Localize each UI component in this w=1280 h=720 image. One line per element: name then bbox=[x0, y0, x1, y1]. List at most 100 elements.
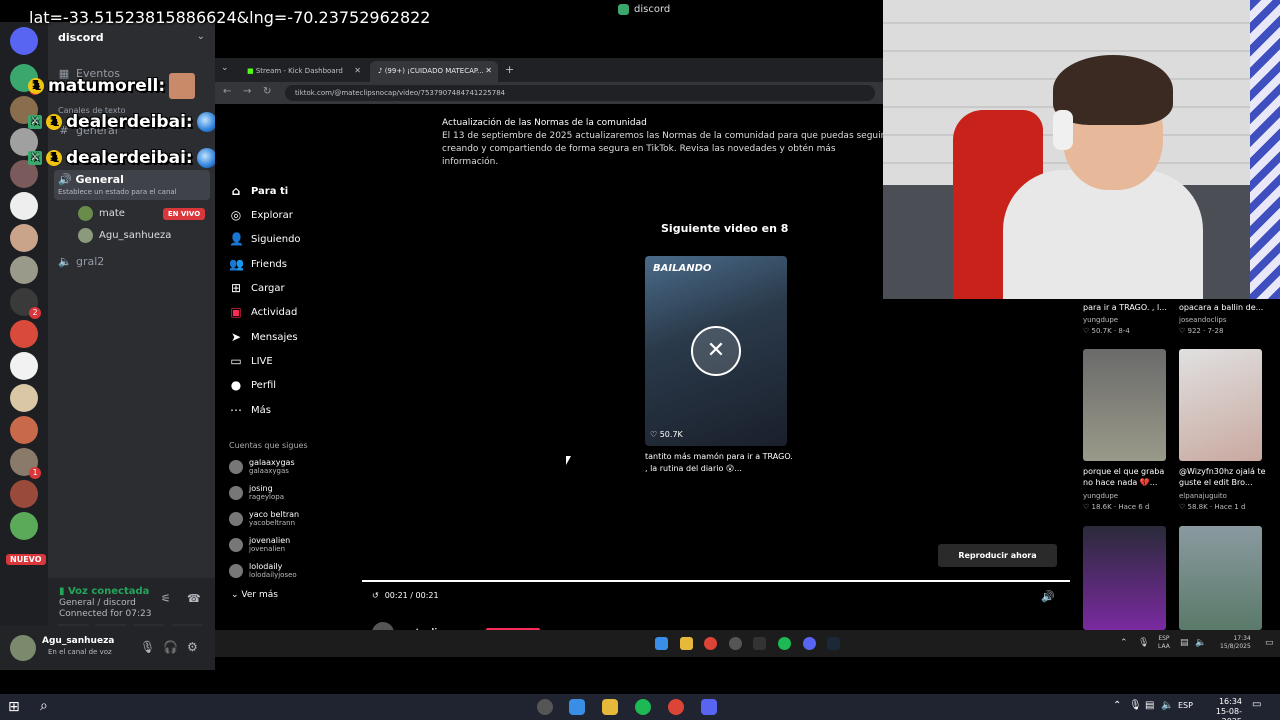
related-caption[interactable]: porque el que graba no hace nada 💔... bbox=[1083, 466, 1171, 488]
volume-icon[interactable]: 🔈 bbox=[1195, 638, 1206, 648]
chevron-down-icon[interactable]: ⌄ bbox=[197, 31, 205, 42]
nav-cargar[interactable]: ⊞ Cargar bbox=[229, 281, 285, 295]
server-name[interactable]: discord bbox=[58, 31, 104, 44]
folder-icon[interactable] bbox=[602, 699, 618, 715]
close-icon[interactable]: ✕ bbox=[354, 66, 361, 75]
spotify-icon[interactable] bbox=[635, 699, 651, 715]
discord-icon[interactable] bbox=[803, 637, 816, 650]
windows-start-icon[interactable]: ⊞ bbox=[8, 699, 20, 715]
server-icon[interactable]: 2 bbox=[10, 288, 41, 319]
reload-icon[interactable]: ↻ bbox=[263, 86, 271, 97]
obs-icon[interactable] bbox=[537, 699, 553, 715]
related-caption[interactable]: para ir a TRAGO. , l... bbox=[1083, 302, 1171, 313]
clock[interactable]: 16:3415-08-2025 bbox=[1202, 697, 1242, 720]
network-icon[interactable]: ▤ bbox=[1145, 700, 1154, 711]
notification-icon[interactable]: ▭ bbox=[1265, 638, 1274, 648]
server-icon[interactable] bbox=[10, 352, 38, 380]
nav-mensajes[interactable]: ➤ Mensajes bbox=[229, 330, 298, 344]
app-icon[interactable] bbox=[753, 637, 766, 650]
server-icon[interactable] bbox=[10, 480, 38, 508]
channel-general-voice[interactable]: 🔊 General Establece un estado para el ca… bbox=[54, 170, 210, 200]
search-icon[interactable]: ⌕ bbox=[40, 698, 48, 714]
server-icon[interactable] bbox=[10, 384, 38, 412]
discord-home-icon[interactable] bbox=[10, 27, 38, 55]
followed-account[interactable]: galaaxygas galaaxygas bbox=[229, 458, 295, 476]
windows-icon[interactable] bbox=[655, 637, 668, 650]
disconnect-icon[interactable]: ☎ bbox=[187, 592, 201, 605]
related-thumbnail[interactable] bbox=[1179, 526, 1262, 630]
url-input[interactable]: tiktok.com/@mateclipsnocap/video/7537907… bbox=[285, 85, 875, 101]
discord-icon[interactable] bbox=[701, 699, 717, 715]
server-icon[interactable] bbox=[10, 256, 38, 284]
nav-explorar[interactable]: ◎ Explorar bbox=[229, 208, 293, 222]
nav-live[interactable]: ▭ LIVE bbox=[229, 354, 272, 368]
followed-account[interactable]: josing rageylopa bbox=[229, 484, 284, 502]
notification-icon[interactable]: ▭ bbox=[1252, 699, 1261, 710]
steam-icon[interactable] bbox=[827, 637, 840, 650]
obs-icon[interactable] bbox=[729, 637, 742, 650]
language-indicator[interactable]: ESP LAA bbox=[1158, 635, 1170, 651]
channel-gral2[interactable]: 🔈 gral2 bbox=[58, 255, 104, 268]
related-thumbnail[interactable] bbox=[1179, 349, 1262, 461]
avatar[interactable] bbox=[10, 635, 36, 661]
spotify-icon[interactable] bbox=[778, 637, 791, 650]
microphone-icon[interactable]: 🎙 bbox=[1129, 700, 1142, 711]
close-icon[interactable]: ✕ bbox=[485, 66, 492, 75]
server-icon[interactable] bbox=[10, 512, 38, 540]
voice-user[interactable]: Agu_sanhueza bbox=[78, 228, 171, 243]
followed-account[interactable]: yaco beltran yacobeltrann bbox=[229, 510, 299, 528]
language-indicator[interactable]: ESP bbox=[1178, 701, 1193, 710]
tab-search-icon[interactable]: ⌄ bbox=[221, 63, 229, 73]
replay-icon[interactable]: ↺ bbox=[372, 591, 379, 600]
tab-kick-dashboard[interactable]: ■ Stream - Kick Dashboard ✕ bbox=[239, 61, 367, 82]
noise-suppression-icon[interactable]: ⚟ bbox=[161, 592, 171, 605]
microphone-icon[interactable]: 🎙 bbox=[1138, 638, 1149, 648]
see-more-link[interactable]: ⌄ Ver más bbox=[231, 590, 278, 600]
related-user[interactable]: elpanajuguito bbox=[1179, 492, 1227, 500]
next-video-card[interactable]: BAILANDO ✕ ♡ 50.7K bbox=[645, 256, 787, 446]
volume-icon[interactable]: 🔈 bbox=[1161, 700, 1173, 711]
followed-account[interactable]: lolodaily lolodailyjoseo bbox=[229, 562, 297, 580]
nav-friends[interactable]: 👥 Friends bbox=[229, 257, 287, 271]
volume-icon[interactable]: 🔊 bbox=[1041, 590, 1055, 603]
video-progress-bar[interactable] bbox=[362, 580, 1070, 582]
play-now-button[interactable]: Reproducir ahora bbox=[938, 544, 1057, 567]
followed-account[interactable]: jovenalien jovenalien bbox=[229, 536, 290, 554]
server-icon[interactable] bbox=[10, 192, 38, 220]
related-user[interactable]: yungdupe bbox=[1083, 492, 1118, 500]
voice-location[interactable]: General / discord bbox=[59, 598, 136, 608]
server-icon[interactable]: 1 bbox=[10, 448, 41, 479]
user-name[interactable]: Agu_sanhueza bbox=[42, 636, 114, 646]
related-thumbnail[interactable] bbox=[1083, 349, 1166, 461]
chrome-icon[interactable] bbox=[668, 699, 684, 715]
related-caption[interactable]: @Wizyfn30hz ojalá te guste el edit Bro..… bbox=[1179, 466, 1267, 488]
related-user[interactable]: yungdupe bbox=[1083, 316, 1118, 324]
gear-icon[interactable]: ⚙ bbox=[187, 640, 198, 654]
related-thumbnail[interactable] bbox=[1083, 526, 1166, 630]
nav-perfil[interactable]: ● Perfil bbox=[229, 378, 276, 392]
microphone-icon[interactable]: 🎙 bbox=[140, 640, 155, 654]
headphones-icon[interactable]: 🎧 bbox=[163, 640, 178, 654]
nav-mas[interactable]: ⋯ Más bbox=[229, 403, 271, 417]
inner-clock[interactable]: 17:34 15/8/2025 bbox=[1220, 635, 1251, 651]
chevron-up-icon[interactable]: ⌃ bbox=[1120, 638, 1128, 648]
nav-siguiendo[interactable]: 👤 Siguiendo bbox=[229, 232, 301, 246]
voice-user[interactable]: mate bbox=[78, 206, 125, 221]
nav-para-ti[interactable]: ⌂ Para ti bbox=[229, 184, 288, 198]
server-icon[interactable] bbox=[10, 416, 38, 444]
related-caption[interactable]: opacara a ballin de... bbox=[1179, 302, 1267, 313]
store-icon[interactable] bbox=[569, 699, 585, 715]
nav-actividad[interactable]: ▣ Actividad bbox=[229, 305, 297, 319]
back-icon[interactable]: ← bbox=[223, 86, 231, 97]
network-icon[interactable]: ▤ bbox=[1180, 638, 1189, 648]
forward-icon[interactable]: → bbox=[243, 86, 251, 97]
server-icon[interactable] bbox=[10, 320, 38, 348]
server-icon[interactable] bbox=[10, 224, 38, 252]
close-icon[interactable]: ✕ bbox=[691, 326, 741, 376]
chevron-up-icon[interactable]: ⌃ bbox=[1113, 700, 1121, 711]
tab-tiktok[interactable]: ♪ (99+) ¡CUIDADO MATECAP... ✕ bbox=[370, 61, 498, 82]
related-user[interactable]: joseandoclips bbox=[1179, 316, 1226, 324]
new-tab-button[interactable]: + bbox=[505, 63, 514, 76]
folder-icon[interactable] bbox=[680, 637, 693, 650]
chrome-icon[interactable] bbox=[704, 637, 717, 650]
